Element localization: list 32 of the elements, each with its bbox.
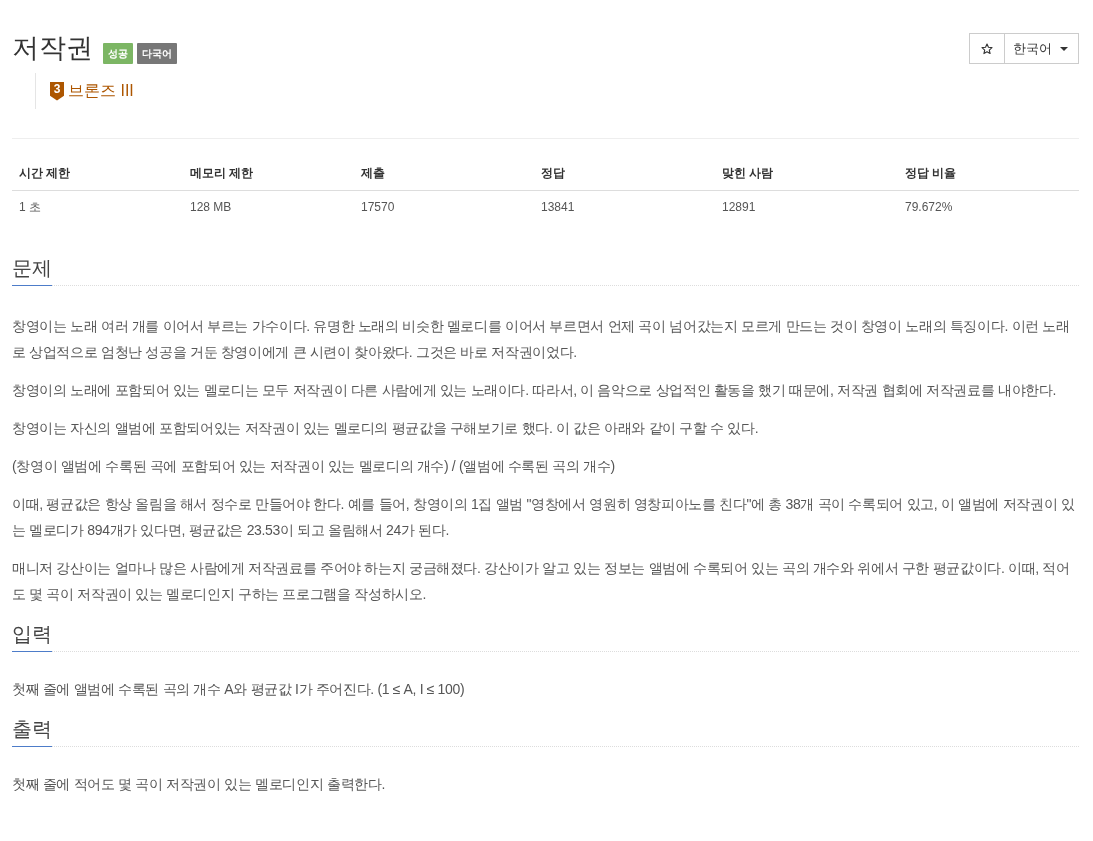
section-heading: 문제 <box>12 253 52 286</box>
column-header: 정답 <box>534 156 715 191</box>
language-dropdown[interactable]: 한국어 <box>1005 33 1079 64</box>
favorite-button[interactable] <box>969 33 1005 64</box>
table-cell-text: 1 초 <box>18 199 42 216</box>
paragraph: (창영이 앨범에 수록된 곡에 포함되어 있는 저작권이 있는 멜로디의 개수) / (앨범에 수록된 곡의 개수) <box>12 457 616 476</box>
column-header: 메모리 제한 <box>183 156 354 191</box>
status-label: 다국어 <box>137 43 177 64</box>
column-header: 맞힌 사람 <box>715 156 898 191</box>
problem-title: 저작권 <box>12 32 93 65</box>
tier-name[interactable]: 브론즈 III <box>68 81 134 101</box>
status-label: 성공 <box>103 43 133 64</box>
column-header: 제출 <box>354 156 534 191</box>
star-icon <box>981 42 993 55</box>
table-cell-text: 12891 <box>721 199 757 216</box>
section-heading: 입력 <box>12 619 52 652</box>
paragraph: 첫째 줄에 앨범에 수록된 곡의 개수 A와 평균값 I가 주어진다. (1 ≤ A, I ≤ 100) <box>12 680 466 699</box>
paragraph: 매니저 강산이는 얼마나 많은 사람에게 저작권료를 주어야 하는지 궁금해졌다. 강산이가 알고 있는 정보는 앨범에 수록되어 있는 곡의 개수와 위에서 구한 평균값이다. 이때, 적어도 몇 곡이 저작권이 있는 멜로디인지 구하는 프로그램을 작성하시오. <box>12 559 1071 604</box>
paragraph: 창영이의 노래에 포함되어 있는 멜로디는 모두 저작권이 다른 사람에게 있는 노래이다. 따라서, 이 음악으로 상업적인 활동을 했기 때문에, 저작권 협회에 저작권료를 내야한다. <box>12 381 1057 400</box>
table-cell-text: 128 MB <box>189 199 233 216</box>
table-cell-text: 13841 <box>540 199 576 216</box>
table-cell-text: 17570 <box>360 199 396 216</box>
caret-icon <box>1060 46 1068 51</box>
column-header: 정답 비율 <box>898 156 1079 191</box>
section-heading: 출력 <box>12 714 52 747</box>
paragraph: 첫째 줄에 적어도 몇 곡이 저작권이 있는 멜로디인지 출력한다. <box>12 775 387 794</box>
column-header: 시간 제한 <box>12 156 183 191</box>
paragraph: 이때, 평균값은 항상 올림을 해서 정수로 만들어야 한다. 예를 들어, 창영이의 1집 앨범 "영창에서 영원히 영창피아노를 친다"에 총 38개 곡이 수록되어 있고, 이 앨범에 저작권이 있는 멜로디가 894개가 있다면, 평균값은 23.53이 되고 올림해서 24가 된다. <box>12 495 1076 540</box>
paragraph: 창영이는 노래 여러 개를 이어서 부르는 가수이다. 유명한 노래의 비슷한 멜로디를 이어서 부르면서 언제 곡이 넘어갔는지 모르게 만드는 것이 창영이 노래의 특징이다. 이런 노래로 상업적으로 엄청난 성공을 거둔 창영이에게 큰 시련이 찾아왔다. 그것은 바로 저작권이었다. <box>12 317 1071 362</box>
tier-badge: 3 <box>50 81 64 101</box>
paragraph: 창영이는 자신의 앨범에 포함되어있는 저작권이 있는 멜로디의 평균값을 구해보기로 했다. 이 값은 아래와 같이 구할 수 있다. <box>12 419 760 438</box>
table-cell-text: 79.672% <box>904 199 954 216</box>
